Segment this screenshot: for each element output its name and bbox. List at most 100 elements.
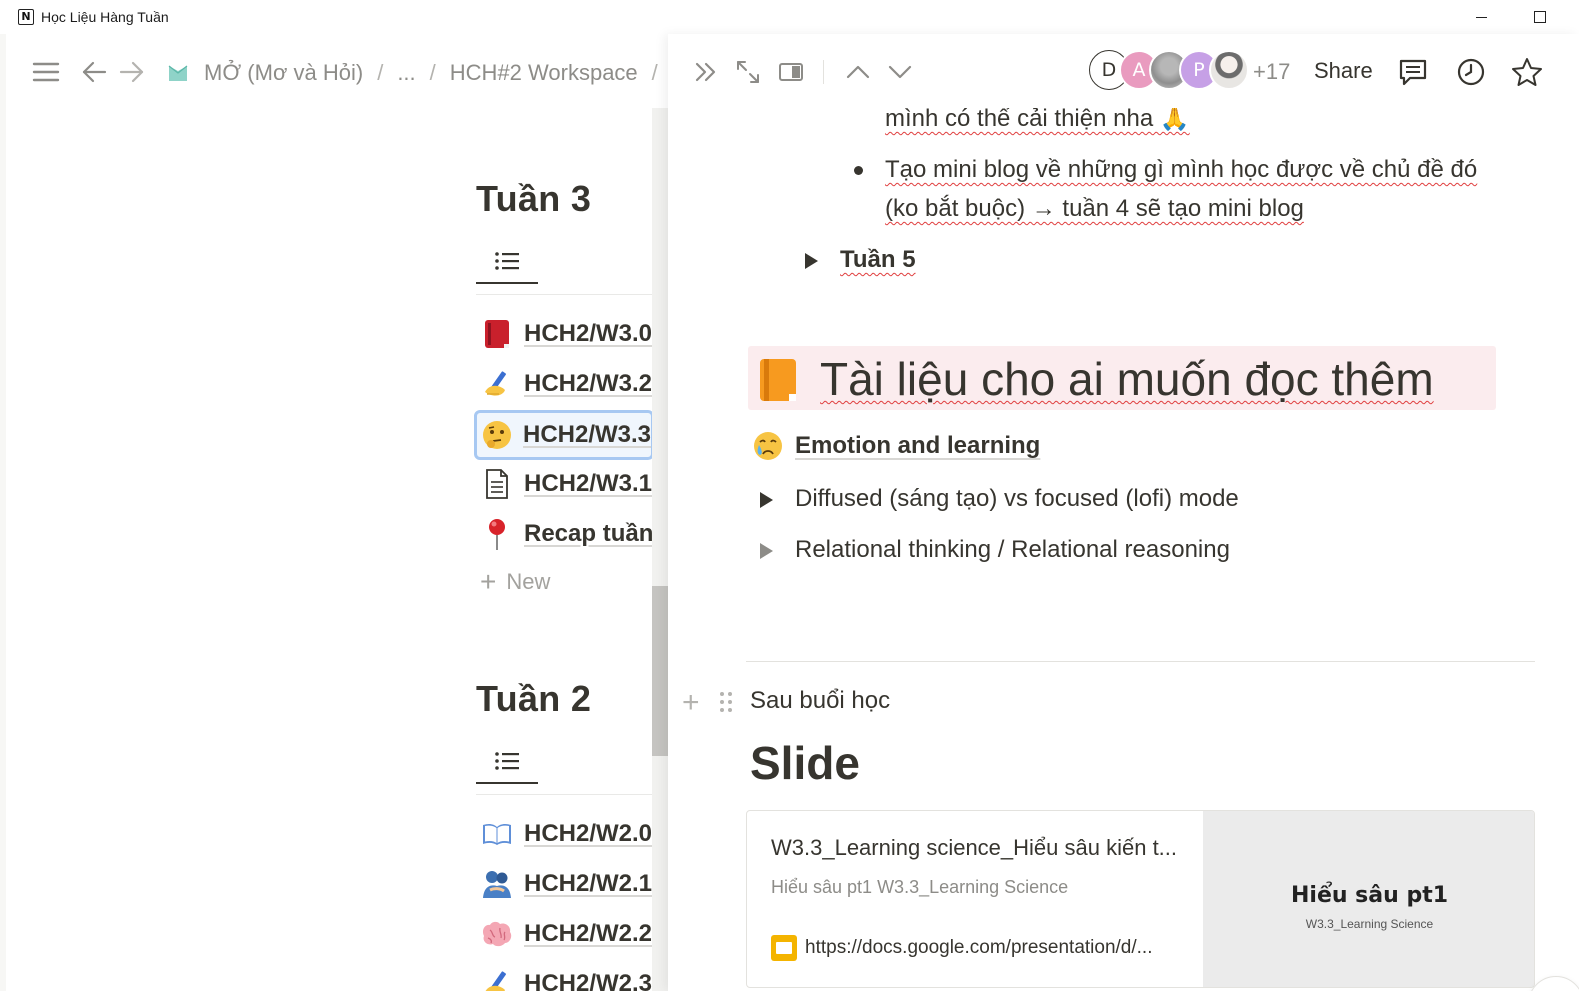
list-item-label: HCH2/W3.0 — [524, 320, 652, 347]
week3-section: Tuần 3 HCH2/W3.0 HCH2/W3.2 HCH2/W3.3 HCH… — [474, 178, 652, 597]
list-item-label: HCH2/W2.1 — [524, 870, 652, 897]
orange-book-icon — [760, 359, 796, 401]
title-bar: N Học Liệu Hàng Tuần — [0, 0, 1579, 34]
more-collaborators-count[interactable]: +17 — [1253, 59, 1290, 85]
notion-window: N Học Liệu Hàng Tuần MỞ (Mơ và Hỏi) / ..… — [0, 0, 1579, 991]
list-view-icon — [495, 252, 519, 270]
close-peek-double-chevron-icon[interactable] — [690, 56, 722, 88]
bookmark-card[interactable]: W3.3_Learning science_Hiểu sâu kiến t...… — [746, 810, 1535, 988]
breadcrumb-ellipsis[interactable]: ... — [397, 60, 415, 86]
list-item-selected[interactable]: HCH2/W3.3 — [474, 410, 652, 460]
list-item[interactable]: HCH2/W2.3 — [476, 962, 652, 991]
back-arrow-icon[interactable] — [80, 58, 108, 86]
crying-face-icon — [752, 430, 784, 462]
toggle-arrow-icon[interactable] — [760, 543, 773, 559]
list-view-tab[interactable] — [476, 240, 538, 284]
breadcrumb: MỞ (Mơ và Hỏi) / ... / HCH#2 Workspace / — [168, 60, 672, 86]
comments-icon[interactable] — [1397, 56, 1429, 88]
help-button[interactable]: ? — [1528, 976, 1579, 991]
toggle-week5[interactable]: Tuần 5 — [840, 246, 916, 274]
list-item[interactable]: HCH2/W2.2 — [476, 912, 652, 956]
history-clock-icon[interactable] — [1455, 56, 1487, 88]
list-item[interactable]: HCH2/W3.0 — [476, 312, 652, 356]
side-peek-panel: D A P +17 Share mình có thể cải thiện nh… — [668, 34, 1579, 991]
peek-topbar: D A P +17 Share — [668, 34, 1579, 108]
drag-handle-icon[interactable] — [720, 692, 734, 714]
left-page-content: Tuần 3 HCH2/W3.0 HCH2/W3.2 HCH2/W3.3 HCH… — [0, 108, 652, 991]
document-icon — [480, 467, 514, 501]
collaborator-avatars[interactable]: D A P — [1089, 50, 1249, 92]
emotion-learning-link[interactable]: Emotion and learning — [795, 432, 1040, 460]
add-block-plus-icon[interactable]: + — [682, 686, 700, 720]
toggle-arrow-icon[interactable] — [805, 253, 818, 269]
forward-arrow-icon[interactable] — [118, 58, 146, 86]
list-item[interactable]: HCH2/W3.1 — [476, 462, 652, 506]
new-item-label: New — [506, 569, 551, 594]
avatar-photo[interactable] — [1209, 50, 1249, 90]
breadcrumb-separator: / — [377, 60, 384, 85]
list-item[interactable]: HCH2/W2.0 — [476, 812, 652, 856]
peek-page-content: mình có thể cải thiện nha 🙏 Tạo mini blo… — [668, 108, 1579, 991]
favorite-star-icon[interactable] — [1511, 56, 1543, 88]
bookmark-thumbnail: Hiểu sâu pt1 W3.3_Learning Science — [1203, 811, 1534, 987]
after-class-text[interactable]: Sau buổi học — [750, 687, 890, 715]
bookmark-description: Hiểu sâu pt1 W3.3_Learning Science — [771, 877, 1069, 897]
thumbnail-title: Hiểu sâu pt1 — [1290, 883, 1449, 908]
list-item-label: Recap tuần — [524, 520, 652, 547]
chevron-up-icon[interactable] — [842, 56, 874, 88]
minimize-button[interactable] — [1466, 6, 1496, 28]
breadcrumb-separator: / — [429, 60, 436, 85]
list-item-label: HCH2/W3.1 — [524, 470, 652, 497]
slide-heading: Slide — [750, 737, 860, 789]
view-tab-divider — [476, 294, 652, 295]
list-item-label: HCH2/W3.2 — [524, 370, 652, 397]
breadcrumb-item-workspace[interactable]: HCH#2 Workspace — [450, 60, 638, 86]
breadcrumb-trailing-separator: / — [651, 60, 658, 85]
list-item[interactable]: Recap tuần — [476, 512, 652, 556]
new-item-button[interactable]: + New — [480, 566, 550, 598]
brain-icon — [480, 917, 514, 951]
writing-hand-icon — [480, 367, 514, 401]
maximize-button[interactable] — [1524, 6, 1554, 28]
bookmark-title: W3.3_Learning science_Hiểu sâu kiến t... — [771, 835, 1178, 860]
people-hugging-icon — [480, 867, 514, 901]
divider-line — [746, 661, 1535, 662]
week2-section: Tuần 2 HCH2/W2.0 HCH2/W2.1 HCH2/W2.2 HCH… — [476, 678, 652, 991]
bullet-text-line1: Tạo mini blog về những gì mình học được … — [885, 156, 1478, 183]
text-line: mình có thể cải thiện nha 🙏 — [885, 108, 1190, 132]
list-view-tab[interactable] — [476, 740, 538, 784]
list-item-label: HCH2/W3.3 — [523, 421, 652, 448]
breadcrumb-item-mo[interactable]: MỞ (Mơ và Hỏi) — [204, 60, 363, 86]
toggle-diffused-focused[interactable]: Diffused (sáng tạo) vs focused (lofi) mo… — [795, 485, 1239, 513]
workspace-page-icon — [168, 65, 188, 81]
left-scrollbar-thumb[interactable] — [652, 586, 668, 756]
left-scrollbar-track[interactable] — [652, 108, 668, 991]
notion-logo-icon: N — [18, 9, 34, 25]
list-item[interactable]: HCH2/W3.2 — [476, 362, 652, 406]
peek-mode-icon[interactable] — [775, 56, 807, 88]
thinking-face-icon — [481, 418, 513, 452]
toggle-diffused-focused-text: Diffused (sáng tạo) vs focused (lofi) mo… — [795, 485, 1239, 512]
pushpin-icon — [480, 517, 514, 551]
list-item-label: HCH2/W2.2 — [524, 920, 652, 947]
list-item[interactable]: HCH2/W2.1 — [476, 862, 652, 906]
toggle-relational-thinking[interactable]: Relational thinking / Relational reasoni… — [795, 536, 1230, 564]
share-button[interactable]: Share — [1314, 58, 1373, 84]
week2-title: Tuần 2 — [476, 678, 592, 719]
hamburger-menu-icon[interactable] — [30, 58, 62, 86]
bookmark-url: https://docs.google.com/presentation/d/.… — [805, 937, 1153, 958]
list-item-label: HCH2/W2.3 — [524, 970, 652, 991]
topbar-divider — [823, 60, 824, 84]
chevron-down-icon[interactable] — [884, 56, 916, 88]
left-topbar: MỞ (Mơ và Hỏi) / ... / HCH#2 Workspace / — [0, 34, 668, 108]
list-view-icon — [495, 752, 519, 770]
open-book-icon — [480, 817, 514, 851]
view-tab-divider — [476, 794, 652, 795]
bullet-text-line2: (ko bắt buộc) → tuần 4 sẽ tạo mini blog — [885, 195, 1304, 222]
window-title: Học Liệu Hàng Tuần — [41, 9, 169, 25]
red-book-icon — [480, 317, 514, 351]
toggle-arrow-icon[interactable] — [760, 492, 773, 508]
expand-full-page-icon[interactable] — [732, 56, 764, 88]
bullet-point — [854, 166, 863, 175]
thumbnail-subtitle: W3.3_Learning Science — [1305, 917, 1434, 931]
